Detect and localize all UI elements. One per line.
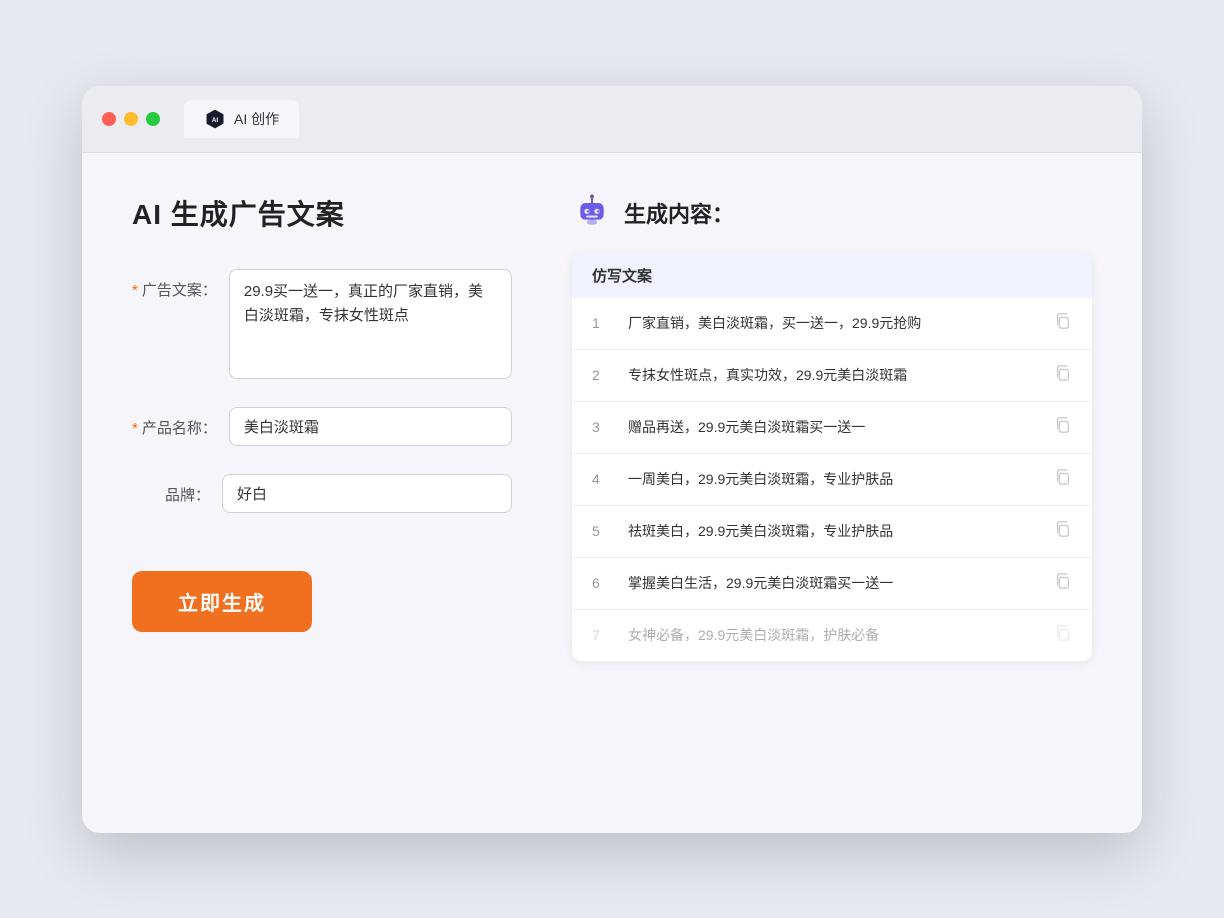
result-item: 3 赠品再送，29.9元美白淡斑霜买一送一 <box>572 402 1092 454</box>
result-item-num: 1 <box>592 315 612 331</box>
required-star-product: * <box>132 420 138 437</box>
robot-icon <box>572 193 612 233</box>
right-panel: 生成内容： 仿写文案 1 厂家直销，美白淡斑霜，买一送一，29.9元抢购 2 专抹女… <box>572 193 1092 793</box>
svg-text:AI: AI <box>212 117 219 124</box>
copy-button[interactable] <box>1054 468 1072 491</box>
copy-button[interactable] <box>1054 312 1072 335</box>
close-button[interactable] <box>102 112 116 126</box>
result-item-text: 专抹女性斑点，真实功效，29.9元美白淡斑霜 <box>628 365 1038 386</box>
result-item-num: 2 <box>592 367 612 383</box>
product-name-label: *产品名称： <box>132 407 229 438</box>
result-item-num: 5 <box>592 523 612 539</box>
brand-input[interactable] <box>222 474 512 513</box>
result-item: 7 女神必备，29.9元美白淡斑霜，护肤必备 <box>572 610 1092 661</box>
result-item-text: 掌握美白生活，29.9元美白淡斑霜买一送一 <box>628 573 1038 594</box>
traffic-lights <box>102 112 160 126</box>
result-title: 生成内容： <box>624 197 734 229</box>
result-item-num: 6 <box>592 575 612 591</box>
result-items-container: 1 厂家直销，美白淡斑霜，买一送一，29.9元抢购 2 专抹女性斑点，真实功效，29… <box>572 298 1092 661</box>
result-item-num: 3 <box>592 419 612 435</box>
result-item: 2 专抹女性斑点，真实功效，29.9元美白淡斑霜 <box>572 350 1092 402</box>
browser-content: AI 生成广告文案 *广告文案： 29.9买一送一，真正的厂家直销，美白淡斑霜，… <box>82 153 1142 833</box>
result-header: 生成内容： <box>572 193 1092 233</box>
product-name-input[interactable] <box>229 407 512 446</box>
ad-copy-label: *广告文案： <box>132 269 229 300</box>
result-item-text: 祛斑美白，29.9元美白淡斑霜，专业护肤品 <box>628 521 1038 542</box>
result-item: 1 厂家直销，美白淡斑霜，买一送一，29.9元抢购 <box>572 298 1092 350</box>
result-item-text: 一周美白，29.9元美白淡斑霜，专业护肤品 <box>628 469 1038 490</box>
copy-button[interactable] <box>1054 624 1072 647</box>
ai-tab[interactable]: AI AI 创作 <box>184 100 299 138</box>
page-title: AI 生成广告文案 <box>132 193 512 233</box>
tab-label: AI 创作 <box>234 109 279 129</box>
result-item-text: 女神必备，29.9元美白淡斑霜，护肤必备 <box>628 625 1038 646</box>
copy-button[interactable] <box>1054 572 1072 595</box>
result-item-text: 厂家直销，美白淡斑霜，买一送一，29.9元抢购 <box>628 313 1038 334</box>
ad-copy-input[interactable]: 29.9买一送一，真正的厂家直销，美白淡斑霜，专抹女性斑点 <box>229 269 512 379</box>
result-item: 4 一周美白，29.9元美白淡斑霜，专业护肤品 <box>572 454 1092 506</box>
copy-button[interactable] <box>1054 416 1072 439</box>
brand-group: 品牌： <box>132 474 512 513</box>
result-item-num: 7 <box>592 627 612 643</box>
titlebar: AI AI 创作 <box>82 86 1142 153</box>
result-table: 仿写文案 1 厂家直销，美白淡斑霜，买一送一，29.9元抢购 2 专抹女性斑点，真实… <box>572 253 1092 661</box>
copy-button[interactable] <box>1054 364 1072 387</box>
minimize-button[interactable] <box>124 112 138 126</box>
maximize-button[interactable] <box>146 112 160 126</box>
brand-label: 品牌： <box>132 474 222 505</box>
result-table-header: 仿写文案 <box>572 253 1092 298</box>
product-name-group: *产品名称： <box>132 407 512 446</box>
generate-button[interactable]: 立即生成 <box>132 571 312 632</box>
result-item: 5 祛斑美白，29.9元美白淡斑霜，专业护肤品 <box>572 506 1092 558</box>
result-item-num: 4 <box>592 471 612 487</box>
browser-window: AI AI 创作 AI 生成广告文案 *广告文案： 29.9买一送一，真正的厂家… <box>82 86 1142 833</box>
ad-copy-group: *广告文案： 29.9买一送一，真正的厂家直销，美白淡斑霜，专抹女性斑点 <box>132 269 512 379</box>
left-panel: AI 生成广告文案 *广告文案： 29.9买一送一，真正的厂家直销，美白淡斑霜，… <box>132 193 512 793</box>
ai-tab-icon: AI <box>204 108 226 130</box>
result-item-text: 赠品再送，29.9元美白淡斑霜买一送一 <box>628 417 1038 438</box>
result-item: 6 掌握美白生活，29.9元美白淡斑霜买一送一 <box>572 558 1092 610</box>
required-star-ad: * <box>132 282 138 299</box>
copy-button[interactable] <box>1054 520 1072 543</box>
